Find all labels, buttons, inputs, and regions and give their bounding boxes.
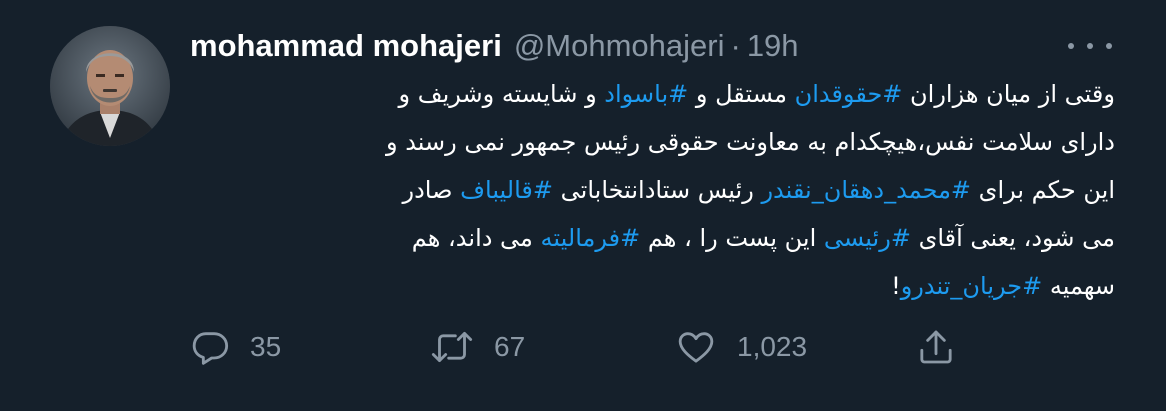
- tweet-line: می شود، یعنی آقای #رئیسی این پست را ، هم…: [190, 214, 1115, 262]
- retweet-icon: [431, 331, 473, 363]
- tweet-line: دارای سلامت نفس،هیچکدام به معاونت حقوقی …: [190, 118, 1115, 166]
- retweet-button[interactable]: 67: [430, 322, 525, 372]
- hashtag-link[interactable]: #جریان_تندرو: [901, 272, 1043, 300]
- more-icon[interactable]: [1068, 36, 1112, 56]
- tweet-header: mohammad mohajeri @Mohmohajeri · 19h: [190, 24, 799, 68]
- avatar[interactable]: [50, 26, 170, 146]
- tweet-text-segment: صادر: [402, 176, 461, 204]
- share-button[interactable]: [916, 322, 956, 372]
- like-icon: [678, 332, 714, 363]
- tweet-text-segment: مستقل و: [688, 80, 795, 108]
- reply-count: 35: [250, 331, 282, 362]
- timestamp[interactable]: 19h: [747, 28, 799, 64]
- hashtag-link[interactable]: #محمد_دهقان_نقندر: [761, 176, 971, 204]
- tweet-text-segment: سهمیه: [1042, 272, 1115, 300]
- separator-dot: ·: [730, 28, 741, 63]
- more-dot: [1068, 43, 1074, 49]
- display-name[interactable]: mohammad mohajeri: [190, 28, 502, 64]
- tweet-text-segment: دارای سلامت نفس،هیچکدام به معاونت حقوقی …: [385, 128, 1115, 156]
- more-dot: [1087, 43, 1093, 49]
- tweet-text: وقتی از میان هزاران #حقوقدان مستقل و #با…: [190, 70, 1115, 310]
- hashtag-link[interactable]: #رئیسی: [824, 224, 911, 252]
- hashtag-link[interactable]: #قالیباف: [460, 176, 553, 204]
- like-button[interactable]: 1,023: [675, 322, 807, 372]
- hashtag-link[interactable]: #حقوقدان: [795, 80, 903, 108]
- avatar-image: [50, 26, 170, 146]
- tweet-text-segment: می داند، هم: [411, 224, 541, 252]
- tweet-text-segment: رئیس ستادانتخاباتی: [553, 176, 762, 204]
- tweet-text-segment: این حکم برای: [971, 176, 1115, 204]
- tweet-text-segment: وقتی از میان هزاران: [902, 80, 1115, 108]
- tweet-text-segment: می شود، یعنی آقای: [910, 224, 1115, 252]
- tweet-text-segment: و شایسته وشریف و: [398, 80, 605, 108]
- tweet-text-segment: !: [891, 272, 901, 300]
- hashtag-link[interactable]: #فرمالیته: [541, 224, 641, 252]
- tweet-line: این حکم برای #محمد_دهقان_نقندر رئیس ستاد…: [190, 166, 1115, 214]
- reply-icon: [192, 332, 229, 365]
- tweet-card[interactable]: mohammad mohajeri @Mohmohajeri · 19h وقت…: [0, 0, 1166, 411]
- hashtag-link[interactable]: #باسواد: [604, 80, 688, 108]
- tweet-line: وقتی از میان هزاران #حقوقدان مستقل و #با…: [190, 70, 1116, 118]
- like-count: 1,023: [737, 331, 808, 362]
- more-dot: [1106, 43, 1112, 49]
- tweet-line: سهمیه #جریان_تندرو!: [190, 262, 1115, 310]
- user-handle[interactable]: @Mohmohajeri: [514, 28, 725, 64]
- tweet-text-segment: این پست را ، هم: [640, 224, 824, 252]
- action-bar: 35 67 1,023: [190, 322, 1090, 372]
- share-icon: [920, 330, 952, 364]
- retweet-count: 67: [494, 331, 526, 362]
- reply-button[interactable]: 35: [190, 322, 281, 372]
